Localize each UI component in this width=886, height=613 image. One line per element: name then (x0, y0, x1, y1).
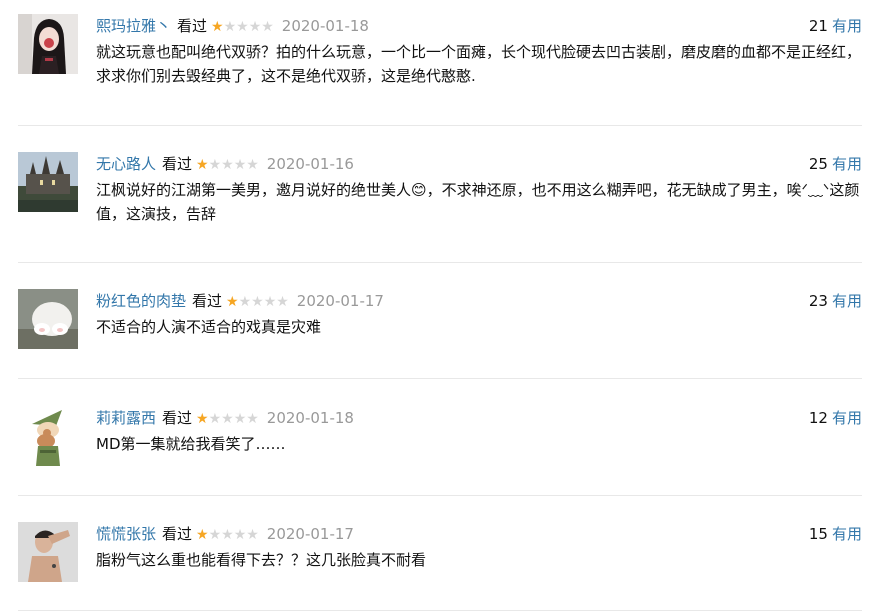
review-item: 慌慌张张 看过 ★★★★★ 2020-01-17 15 有用 脂粉气这么重也能看得下去？… (18, 522, 862, 592)
star-filled-icon: ★ (196, 411, 209, 427)
review-date: 2020-01-17 (266, 525, 354, 543)
review-date: 2020-01-18 (281, 17, 369, 35)
vote-count: 23 有用 (809, 289, 862, 313)
author-link[interactable]: 莉莉露西 (96, 409, 156, 427)
vote-number: 23 (808, 292, 828, 310)
cartoon-gnome-avatar[interactable] (18, 406, 78, 466)
author-link[interactable]: 慌慌张张 (96, 525, 156, 543)
divider (18, 378, 862, 379)
rating-stars: ★★★★★ (211, 15, 274, 39)
watch-status: 看过 (162, 409, 193, 427)
review-item: 粉红色的肉垫 看过 ★★★★★ 2020-01-17 23 有用 不适合的人演不适合的戏… (18, 289, 862, 359)
divider (18, 495, 862, 496)
useful-button[interactable]: 有用 (832, 292, 862, 310)
divider (18, 125, 862, 126)
useful-button[interactable]: 有用 (832, 525, 862, 543)
divider (18, 610, 862, 611)
rating-stars: ★★★★★ (196, 407, 259, 431)
review-content: 脂粉气这么重也能看得下去？？这几张脸真不耐看 (96, 551, 427, 569)
rating-stars: ★★★★★ (196, 153, 259, 177)
vote-count: 25 有用 (809, 152, 862, 176)
watch-status: 看过 (192, 292, 223, 310)
review-date: 2020-01-16 (266, 155, 354, 173)
star-filled-icon: ★ (196, 157, 209, 173)
review-item: 熙玛拉雅丶 看过 ★★★★★ 2020-01-18 21 有用 就这玩意也配叫绝代双骄？… (18, 14, 862, 114)
vote-number: 15 (808, 525, 828, 543)
review-meta: 熙玛拉雅丶 看过 ★★★★★ 2020-01-18 (96, 14, 369, 38)
watch-status: 看过 (177, 17, 208, 35)
author-link[interactable]: 无心路人 (96, 155, 156, 173)
vote-count: 12 有用 (809, 406, 862, 430)
star-filled-icon: ★ (226, 294, 239, 310)
review-content: 不适合的人演不适合的戏真是灾难 (96, 318, 322, 336)
vote-number: 25 (808, 155, 828, 173)
watch-status: 看过 (162, 525, 193, 543)
review-item: 莉莉露西 看过 ★★★★★ 2020-01-18 12 有用 MD第一集就给我看笑了…… (18, 406, 862, 476)
rating-stars: ★★★★★ (226, 290, 289, 314)
vote-count: 21 有用 (809, 14, 862, 38)
star-empty-icon: ★★★★ (208, 157, 259, 173)
castle-avatar[interactable] (18, 152, 78, 212)
useful-button[interactable]: 有用 (832, 155, 862, 173)
vote-number: 12 (808, 409, 828, 427)
useful-button[interactable]: 有用 (832, 17, 862, 35)
star-filled-icon: ★ (211, 19, 224, 35)
review-content: 江枫说好的江湖第一美男，邀月说好的绝世美人😊，不求神还原，也不用这么糊弄吧，花无… (96, 181, 860, 223)
review-meta: 无心路人 看过 ★★★★★ 2020-01-16 (96, 152, 354, 176)
girl-portrait-avatar[interactable] (18, 14, 78, 74)
review-item: 无心路人 看过 ★★★★★ 2020-01-16 25 有用 江枫说好的江湖第一美男，邀… (18, 152, 862, 252)
author-link[interactable]: 粉红色的肉垫 (96, 292, 186, 310)
review-content: MD第一集就给我看笑了…… (96, 435, 286, 453)
watch-status: 看过 (162, 155, 193, 173)
divider (18, 262, 862, 263)
review-meta: 粉红色的肉垫 看过 ★★★★★ 2020-01-17 (96, 289, 384, 313)
useful-button[interactable]: 有用 (832, 409, 862, 427)
star-empty-icon: ★★★★ (223, 19, 274, 35)
vote-number: 21 (808, 17, 828, 35)
vote-count: 15 有用 (809, 522, 862, 546)
cat-paw-avatar[interactable] (18, 289, 78, 349)
review-date: 2020-01-18 (266, 409, 354, 427)
star-filled-icon: ★ (196, 527, 209, 543)
star-empty-icon: ★★★★ (208, 411, 259, 427)
review-meta: 莉莉露西 看过 ★★★★★ 2020-01-18 (96, 406, 354, 430)
saluting-man-avatar[interactable] (18, 522, 78, 582)
review-meta: 慌慌张张 看过 ★★★★★ 2020-01-17 (96, 522, 354, 546)
comment-list: 熙玛拉雅丶 看过 ★★★★★ 2020-01-18 21 有用 就这玩意也配叫绝代双骄？… (0, 0, 886, 613)
star-empty-icon: ★★★★ (238, 294, 289, 310)
star-empty-icon: ★★★★ (208, 527, 259, 543)
review-content: 就这玩意也配叫绝代双骄？拍的什么玩意，一个比一个面瘫，长个现代脸硬去凹古装剧，磨… (96, 43, 862, 85)
rating-stars: ★★★★★ (196, 523, 259, 547)
review-date: 2020-01-17 (296, 292, 384, 310)
author-link[interactable]: 熙玛拉雅丶 (96, 17, 171, 35)
